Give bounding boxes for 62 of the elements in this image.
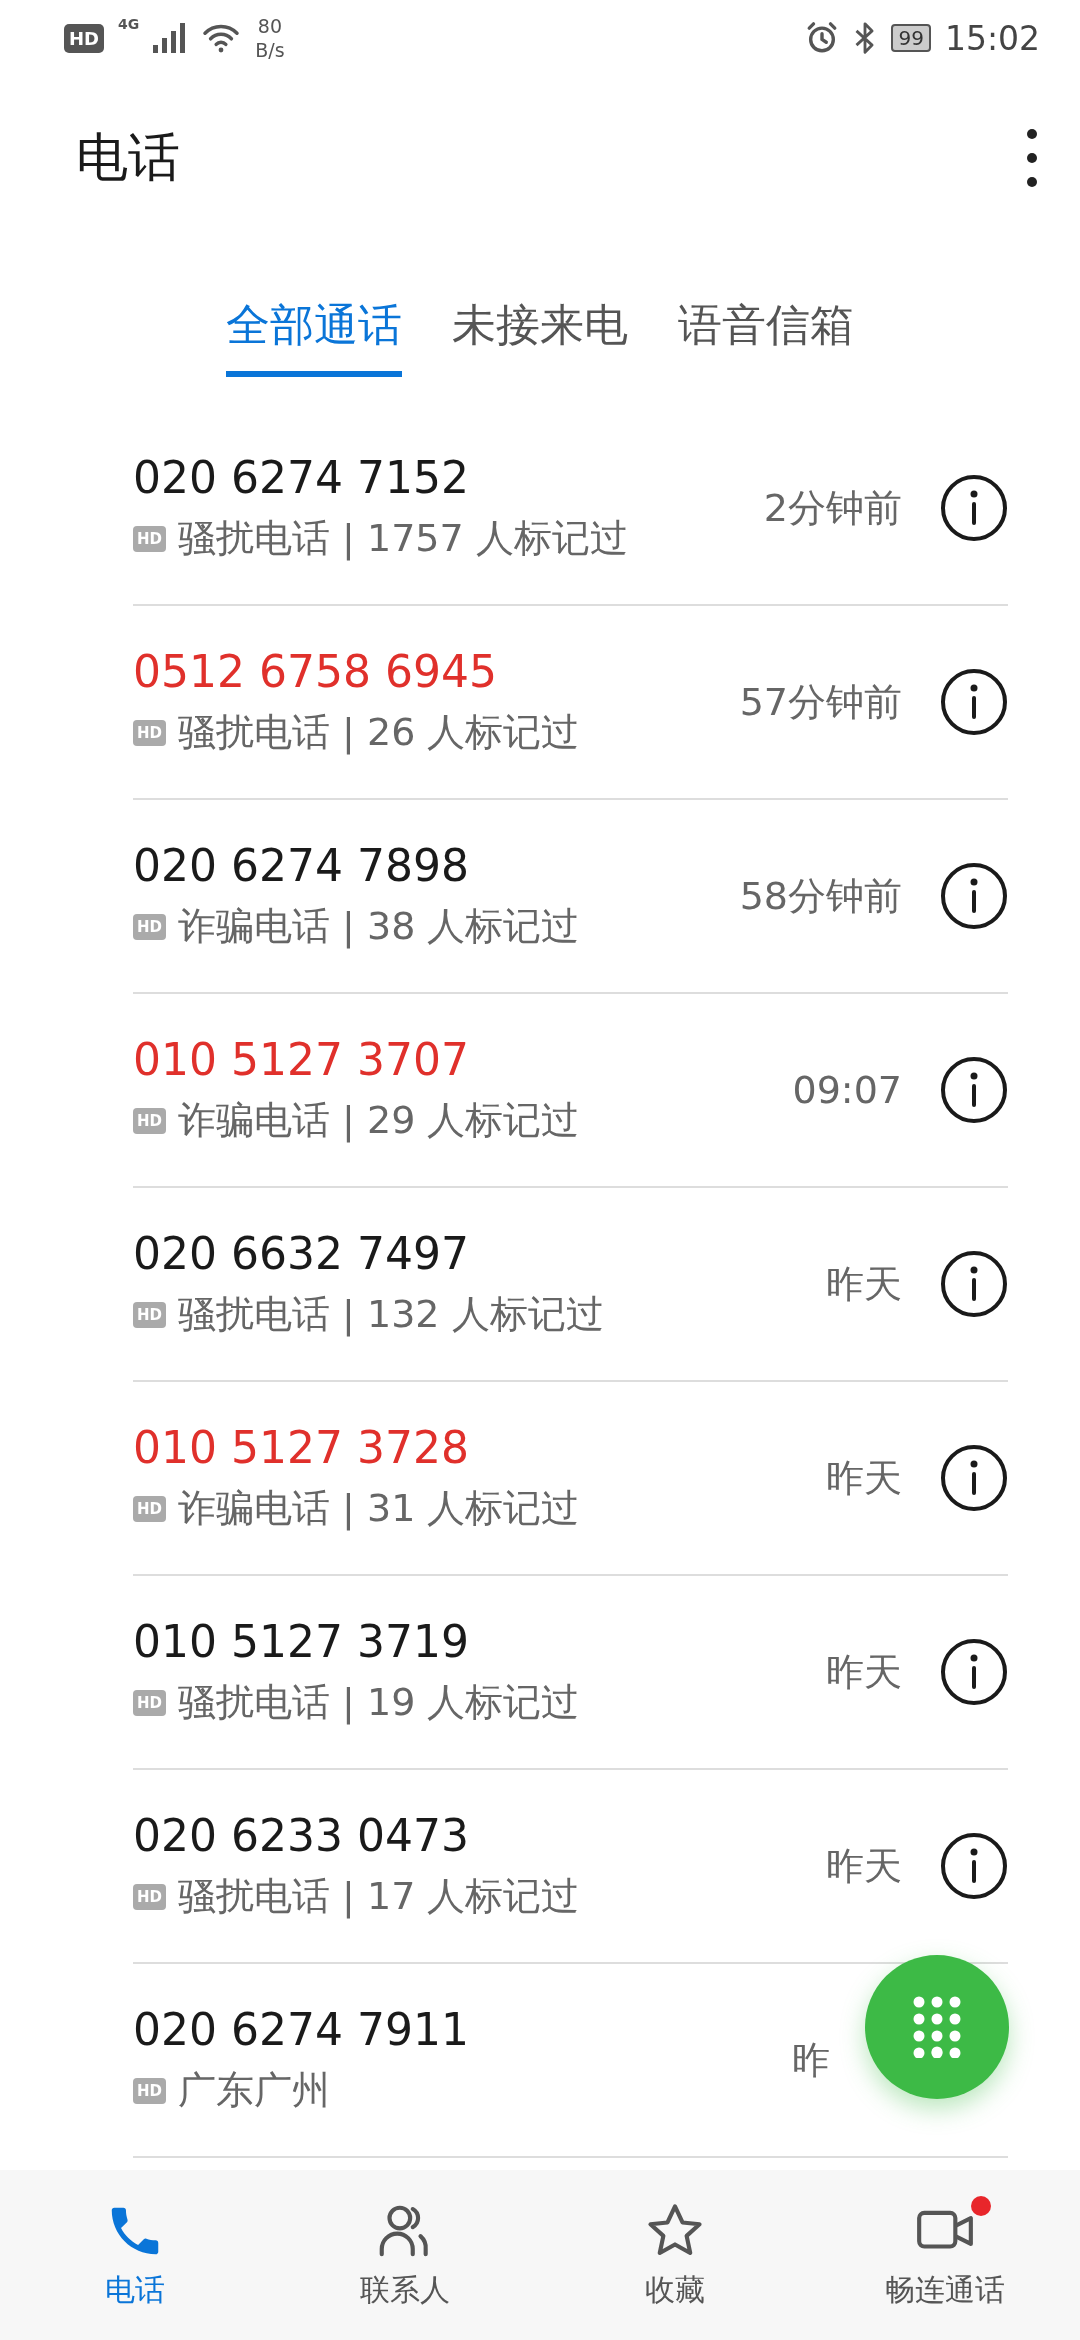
- call-filter-tab[interactable]: 语音信箱: [678, 296, 854, 377]
- info-icon[interactable]: [940, 1832, 1008, 1900]
- nav-tab[interactable]: 联系人: [270, 2170, 540, 2340]
- call-time: 昨天: [826, 1260, 902, 1308]
- call-time: 2分钟前: [763, 484, 902, 532]
- phone-number: 010 5127 3707: [133, 1034, 470, 1085]
- clock-time: 15:02: [944, 18, 1040, 58]
- phone-number: 010 5127 3728: [133, 1422, 470, 1473]
- hd-call-icon: HD: [133, 719, 166, 746]
- phone-number: 0512 6758 6945: [133, 646, 498, 697]
- call-detail: 骚扰电话 | 17 人标记过: [178, 1873, 580, 1921]
- call-time: 昨天: [826, 1648, 902, 1696]
- hd-call-icon: HD: [133, 1107, 166, 1134]
- call-time: 昨天: [826, 1842, 902, 1890]
- battery-level: 99: [891, 24, 931, 52]
- call-time: 昨: [792, 2036, 830, 2084]
- call-detail: 诈骗电话 | 31 人标记过: [178, 1485, 580, 1533]
- call-filter-tab[interactable]: 全部通话: [226, 296, 402, 377]
- info-icon[interactable]: [940, 1444, 1008, 1512]
- wifi-icon: [201, 22, 242, 54]
- info-icon[interactable]: [940, 668, 1008, 736]
- call-detail: 骚扰电话 | 26 人标记过: [178, 709, 580, 757]
- hd-call-icon: HD: [133, 1495, 166, 1522]
- signal-icon: [153, 23, 188, 53]
- info-icon[interactable]: [940, 862, 1008, 930]
- call-detail: 骚扰电话 | 132 人标记过: [178, 1291, 604, 1339]
- call-detail: 诈骗电话 | 29 人标记过: [178, 1097, 580, 1145]
- nav-tab[interactable]: 电话: [0, 2170, 270, 2340]
- call-time: 昨天: [826, 1454, 902, 1502]
- nav-tab[interactable]: 畅连通话: [810, 2170, 1080, 2340]
- nav-tab[interactable]: 收藏: [540, 2170, 810, 2340]
- speed-unit: B/s: [255, 38, 285, 62]
- network-type: 4G: [118, 16, 140, 32]
- phone-number: 020 6274 7911: [133, 2004, 470, 2055]
- info-icon[interactable]: [940, 1056, 1008, 1124]
- call-time: 58分钟前: [739, 872, 902, 920]
- phone-number: 010 5127 3719: [133, 1616, 470, 1667]
- phone-number: 020 6274 7152: [133, 452, 470, 503]
- call-filter-tab[interactable]: 未接来电: [452, 296, 628, 377]
- call-detail: 诈骗电话 | 38 人标记过: [178, 903, 580, 951]
- hd-call-icon: HD: [133, 1883, 166, 1910]
- hd-call-icon: HD: [133, 525, 166, 552]
- page-title: 电话: [76, 126, 181, 189]
- info-icon[interactable]: [940, 1250, 1008, 1318]
- hd-call-icon: HD: [133, 2077, 166, 2104]
- call-detail: 广东广州: [178, 2067, 330, 2114]
- more-options-icon[interactable]: [1024, 128, 1040, 188]
- phone-number: 020 6233 0473: [133, 1810, 470, 1861]
- hd-icon: HD: [64, 23, 104, 53]
- phone-number: 020 6274 7898: [133, 840, 470, 891]
- call-time: 57分钟前: [739, 678, 902, 726]
- phone-number: 020 6632 7497: [133, 1228, 470, 1279]
- call-time: 09:07: [792, 1068, 902, 1112]
- hd-call-icon: HD: [133, 1689, 166, 1716]
- info-icon[interactable]: [940, 1638, 1008, 1706]
- call-detail: 骚扰电话 | 19 人标记过: [178, 1679, 580, 1727]
- dialpad-icon: [912, 1996, 962, 2058]
- hd-call-icon: HD: [133, 913, 166, 940]
- info-icon[interactable]: [940, 474, 1008, 542]
- call-detail: 骚扰电话 | 1757 人标记过: [178, 515, 628, 563]
- speed-value: 80: [257, 14, 282, 38]
- hd-call-icon: HD: [133, 1301, 166, 1328]
